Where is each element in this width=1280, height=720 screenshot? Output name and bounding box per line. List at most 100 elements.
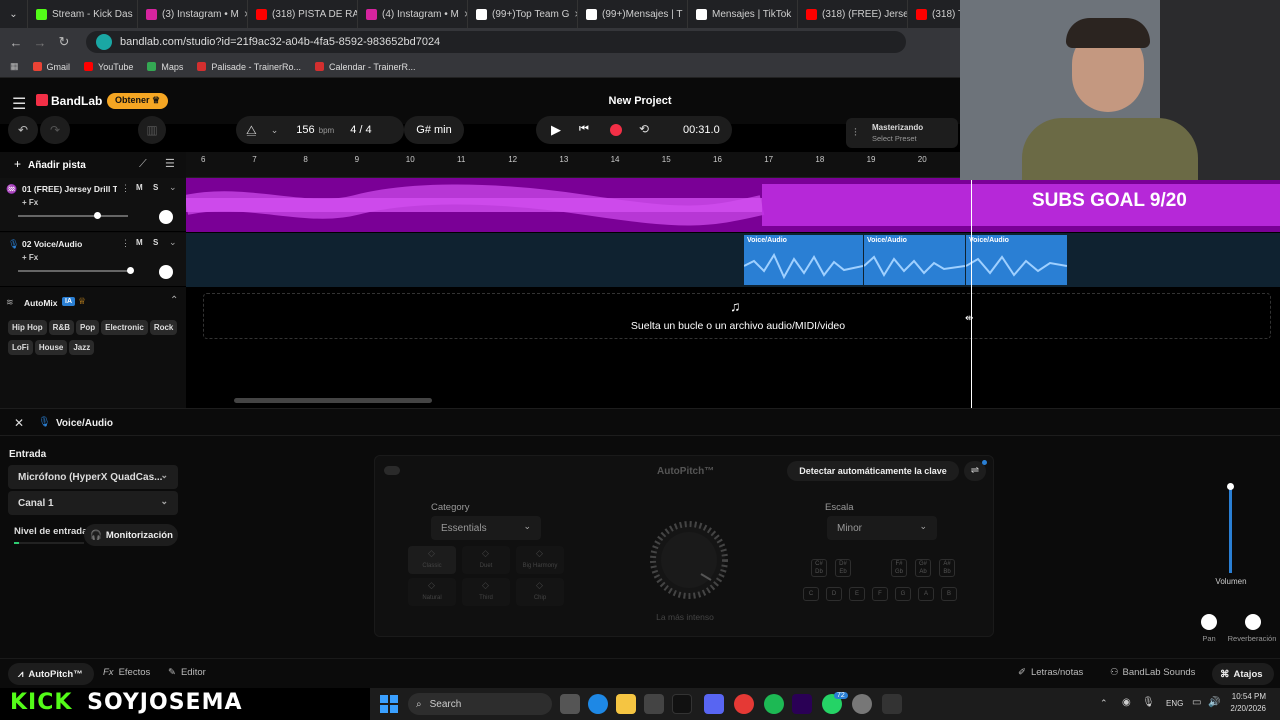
back-icon[interactable]: ← — [4, 35, 28, 50]
volume-handle[interactable] — [94, 212, 101, 219]
reload-icon[interactable]: ↻ — [52, 34, 76, 50]
chrome-icon[interactable] — [734, 694, 754, 714]
preset-tile[interactable]: ◇ Third — [462, 578, 510, 606]
volume-handle[interactable] — [127, 267, 134, 274]
detect-key-button[interactable]: Detectar automáticamente la clave — [787, 461, 959, 481]
bookmark-item[interactable]: Maps — [147, 62, 183, 72]
natural-key[interactable]: C — [803, 587, 819, 601]
record-icon[interactable] — [610, 124, 622, 136]
spotify-icon[interactable] — [764, 694, 784, 714]
key-selector[interactable]: G# min — [404, 116, 464, 144]
browser-tab[interactable]: (3) Instagram • M× — [138, 0, 248, 28]
browser-tab[interactable]: (99+)Mensajes | T× — [578, 0, 688, 28]
pan-knob[interactable] — [159, 265, 173, 279]
browser-tab[interactable]: (99+)Top Team G× — [468, 0, 578, 28]
volume-fader-handle[interactable] — [1227, 483, 1234, 490]
browser-tab[interactable]: (318) (FREE) Jersey× — [798, 0, 908, 28]
natural-key[interactable]: G — [895, 587, 911, 601]
audio-clip[interactable]: Voice/Audio — [864, 235, 965, 285]
bookmark-item[interactable]: Gmail — [32, 62, 70, 72]
solo-button[interactable]: S — [153, 238, 158, 247]
site-info-icon[interactable] — [96, 34, 112, 50]
audio-clip[interactable]: Voice/Audio — [744, 235, 863, 285]
genre-chip[interactable]: R&B — [48, 320, 75, 335]
apps-icon[interactable]: ▦ — [10, 61, 19, 72]
skip-start-icon[interactable]: ⏮ — [579, 123, 589, 136]
mute-button[interactable]: M — [136, 183, 143, 192]
sharp-key[interactable]: D# Eb — [835, 559, 851, 577]
expand-icon[interactable]: ⌄ — [169, 237, 177, 248]
volume-icon[interactable]: 🔊 — [1208, 697, 1220, 708]
windows-start-icon[interactable] — [380, 695, 398, 713]
more-icon[interactable]: ⋮ — [121, 238, 130, 249]
mic-tray-icon[interactable]: 🎙 — [1142, 697, 1155, 708]
shortcuts-button[interactable]: ⌘ Atajos — [1212, 663, 1274, 685]
undo-button[interactable]: ↶ — [8, 116, 38, 144]
network-icon[interactable]: ▭ — [1192, 697, 1201, 708]
taskbar-search[interactable]: ⌕ Search — [408, 693, 552, 715]
drop-zone[interactable]: ♫ Suelta un bucle o un archivo audio/MID… — [203, 293, 1271, 339]
mute-button[interactable]: M — [136, 238, 143, 247]
track-header-2[interactable]: 🎙 02 Voice/Audio ⋮ M S ⌄ + Fx — [0, 233, 186, 287]
natural-key[interactable]: E — [849, 587, 865, 601]
url-field[interactable]: bandlab.com/studio?id=21f9ac32-a04b-4fa5… — [86, 31, 906, 53]
wand-icon[interactable]: ⟋ — [139, 158, 147, 171]
premiere-icon[interactable] — [792, 694, 812, 714]
pan-knob[interactable] — [1201, 614, 1217, 630]
tab-editor[interactable]: ✎ Editor — [168, 667, 206, 678]
store-icon[interactable] — [644, 694, 664, 714]
channel-selector[interactable]: Canal 1 ⌄ — [8, 491, 178, 515]
sharp-key[interactable]: C# Db — [811, 559, 827, 577]
piano-button[interactable]: ▥ — [138, 116, 166, 144]
bookmark-item[interactable]: YouTube — [84, 62, 133, 72]
natural-key[interactable]: B — [941, 587, 957, 601]
project-title[interactable]: New Project — [560, 95, 720, 107]
track-2-lane[interactable]: Voice/Audio Voice/Audio Voice/Audio — [186, 233, 1280, 287]
add-fx-button[interactable]: + Fx — [22, 198, 38, 207]
track-name[interactable]: 01 (FREE) Jersey Drill T... — [22, 184, 117, 194]
automix-title[interactable]: AutoMix — [24, 298, 58, 308]
volume-fader[interactable] — [1227, 483, 1234, 573]
pan-knob[interactable] — [159, 210, 173, 224]
expand-icon[interactable]: ⌄ — [169, 182, 177, 193]
close-icon[interactable]: ✕ — [14, 416, 24, 430]
bookmark-item[interactable]: Palisade - TrainerRo... — [197, 62, 301, 72]
task-view-icon[interactable] — [560, 694, 580, 714]
file-explorer-icon[interactable] — [616, 694, 636, 714]
solo-button[interactable]: S — [153, 183, 158, 192]
obs-icon[interactable] — [852, 694, 872, 714]
forward-icon[interactable]: → — [28, 35, 52, 50]
genre-chip[interactable]: Rock — [149, 320, 178, 335]
intensity-dial[interactable] — [633, 514, 745, 606]
horizontal-scrollbar[interactable] — [234, 398, 432, 403]
lyrics-button[interactable]: ✐ Letras/notas — [1018, 667, 1083, 678]
metronome-icon[interactable]: ⧋ — [246, 123, 257, 138]
metronome-dropdown-icon[interactable]: ⌄ — [271, 125, 279, 136]
browser-tab[interactable]: Stream - Kick Das× — [28, 0, 138, 28]
mic-selector[interactable]: Micrófono (HyperX QuadCas... ⌄ — [8, 465, 178, 489]
clock-date[interactable]: 2/20/2026 — [1222, 704, 1266, 713]
preset-tile[interactable]: ◇ Natural — [408, 578, 456, 606]
sharp-key[interactable]: G# Ab — [915, 559, 931, 577]
genre-chip[interactable]: Hip Hop — [8, 320, 47, 335]
tab-effects[interactable]: Fx Efectos — [103, 667, 150, 678]
preset-tile[interactable]: ◇ Big Harmony — [516, 546, 564, 574]
obtain-button[interactable]: Obtener ♕ — [107, 93, 169, 109]
browser-tab[interactable]: Mensajes | TikTok× — [688, 0, 798, 28]
natural-key[interactable]: A — [918, 587, 934, 601]
volume-slider[interactable] — [18, 212, 128, 219]
tempo-control[interactable]: ⧋ ⌄ 156 bpm 4 / 4 — [236, 116, 404, 144]
sharp-key[interactable]: F# Gb — [891, 559, 907, 577]
natural-key[interactable]: F — [872, 587, 888, 601]
category-dropdown[interactable]: Essentials ⌄ — [431, 516, 541, 540]
time-signature[interactable]: 4 / 4 — [350, 124, 371, 136]
more-icon[interactable]: ⋮ — [121, 183, 130, 194]
tray-chevron-icon[interactable]: ⌃ — [1100, 698, 1108, 709]
bookmark-item[interactable]: Calendar - TrainerR... — [314, 62, 416, 72]
track-1-region[interactable]: SUBS GOAL 9/20 — [186, 178, 1280, 232]
scale-dropdown[interactable]: Minor ⌄ — [827, 516, 937, 540]
sharp-key[interactable]: A# Bb — [939, 559, 955, 577]
app-logo[interactable]: BandLab — [51, 94, 102, 108]
genre-chip[interactable]: LoFi — [8, 340, 33, 355]
loop-icon[interactable]: ⟲ — [639, 122, 649, 136]
